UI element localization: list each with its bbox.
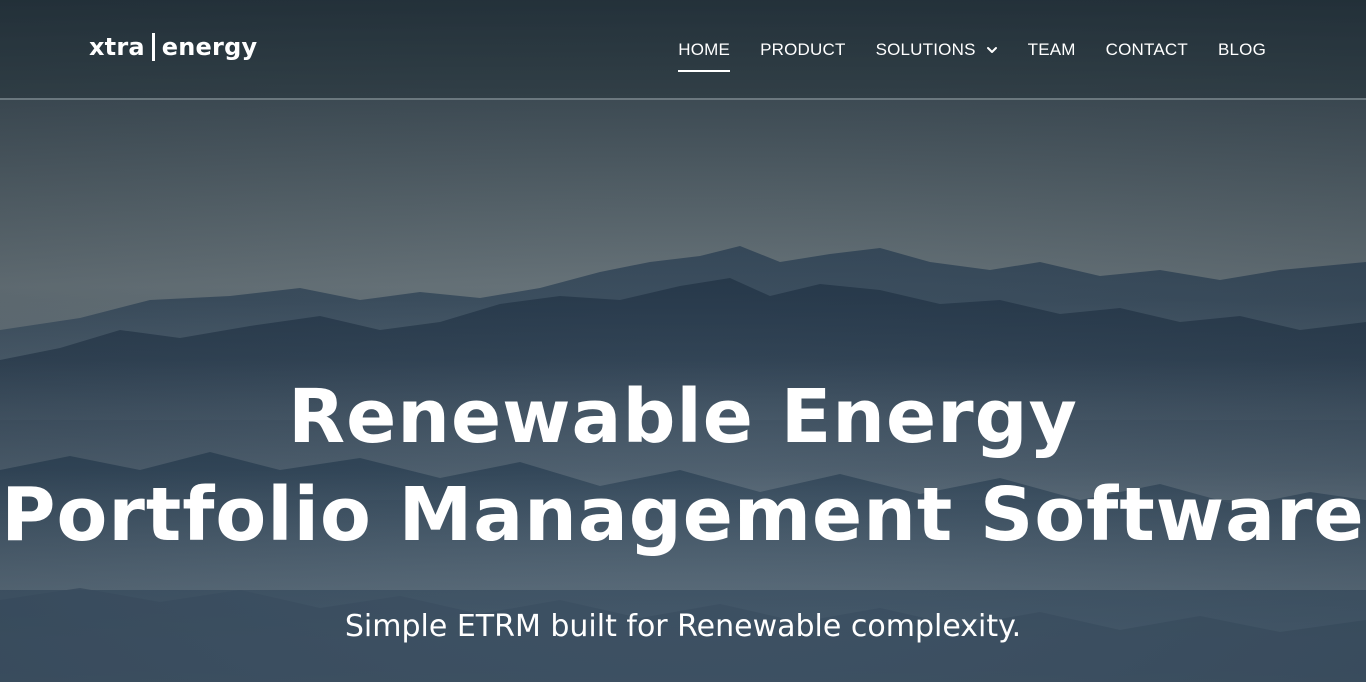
nav-item-team[interactable]: TEAM: [1028, 28, 1076, 72]
hero-subtitle: Simple ETRM built for Renewable complexi…: [344, 609, 1022, 644]
brand-logo[interactable]: xtra energy: [89, 33, 257, 61]
logo-text-right: energy: [161, 33, 258, 61]
landing-page: xtra energy HOME PRODUCT SOLUTIONS TEAM …: [0, 0, 1366, 682]
nav-item-label: CONTACT: [1105, 40, 1188, 59]
logo-divider: [151, 33, 155, 61]
nav-item-home[interactable]: HOME: [678, 28, 730, 72]
hero-title-line-2: Portfolio Management Software: [1, 472, 1365, 558]
hero-title: Renewable Energy Portfolio Management So…: [0, 368, 1366, 564]
hero-title-line-1: Renewable Energy: [288, 374, 1078, 460]
nav-item-solutions[interactable]: SOLUTIONS: [876, 28, 998, 72]
chevron-down-icon: [986, 47, 997, 53]
site-header: xtra energy HOME PRODUCT SOLUTIONS TEAM …: [0, 0, 1366, 100]
background-overlay: [0, 0, 1366, 682]
main-navigation: HOME PRODUCT SOLUTIONS TEAM CONTACT BLOG: [678, 0, 1266, 100]
nav-item-blog[interactable]: BLOG: [1218, 28, 1266, 72]
logo-text-left: xtra: [89, 33, 145, 61]
nav-item-label: HOME: [678, 40, 731, 59]
nav-item-contact[interactable]: CONTACT: [1106, 28, 1188, 72]
nav-item-label: PRODUCT: [760, 40, 846, 59]
nav-item-product[interactable]: PRODUCT: [760, 28, 845, 72]
nav-item-label: SOLUTIONS: [875, 40, 976, 59]
nav-item-label: BLOG: [1217, 40, 1266, 59]
nav-item-label: TEAM: [1027, 40, 1076, 59]
